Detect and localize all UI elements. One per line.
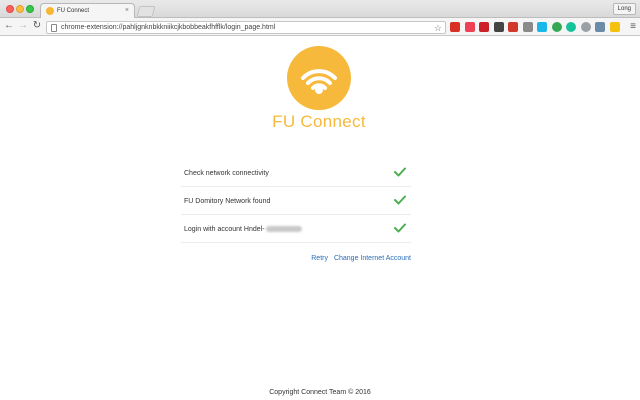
browser-titlebar: FU Connect × Long — [0, 0, 640, 19]
buffer-icon[interactable] — [493, 22, 504, 32]
browser-toolbar: ← → ↻ chrome-extension://pahljgnknbkknii… — [0, 18, 640, 36]
check-label-text: Login with account Hndel- — [184, 226, 265, 233]
window-close-button[interactable] — [6, 5, 14, 13]
address-bar[interactable]: chrome-extension://pahljgnknbkkniikcjkbo… — [46, 21, 446, 34]
browser-tab[interactable]: FU Connect × — [40, 3, 135, 19]
check-label: Login with account Hndel- — [184, 225, 302, 234]
checkmark-icon — [394, 195, 406, 205]
check-label: Check network connectivity — [184, 170, 269, 177]
chrome-extension-icon[interactable] — [595, 22, 605, 32]
forward-arrow-icon[interactable]: → — [17, 20, 29, 32]
reload-icon[interactable]: ↻ — [31, 20, 43, 32]
tab-title: FU Connect — [57, 8, 90, 14]
wifi-icon — [301, 69, 337, 94]
status-checklist: Check network connectivity FU Domitory N… — [181, 159, 411, 243]
retry-link[interactable]: Retry — [311, 255, 328, 262]
tab-favicon-icon — [46, 7, 54, 15]
action-links: Retry Change Internet Account — [181, 254, 411, 263]
gmail-icon[interactable] — [450, 22, 460, 32]
bookmark-star-icon[interactable]: ☆ — [434, 22, 442, 34]
redacted-account — [265, 226, 302, 233]
ghostery-icon[interactable] — [580, 22, 591, 32]
grid-extension-icon[interactable] — [522, 22, 533, 32]
change-account-link[interactable]: Change Internet Account — [334, 255, 411, 262]
app-logo — [287, 46, 351, 110]
opera-icon[interactable] — [479, 22, 489, 32]
app-title: FU Connect — [272, 112, 366, 131]
red-extension-icon[interactable] — [508, 22, 518, 32]
yellow-extension-icon[interactable] — [609, 22, 620, 32]
green-extension-icon[interactable] — [551, 22, 562, 32]
window-minimize-button[interactable] — [16, 5, 24, 13]
checkmark-icon — [394, 223, 406, 233]
back-arrow-icon[interactable]: ← — [3, 20, 15, 32]
url-text[interactable]: chrome-extension://pahljgnknbkkniikcjkbo… — [61, 23, 275, 33]
new-tab-button[interactable] — [136, 6, 156, 17]
pocket-icon[interactable] — [464, 22, 475, 32]
tab-close-icon[interactable]: × — [125, 6, 129, 16]
grammarly-icon[interactable] — [566, 22, 576, 32]
profile-button[interactable]: Long — [612, 3, 636, 15]
menu-icon[interactable]: ≡ — [630, 21, 636, 33]
page-icon — [51, 24, 57, 32]
check-row-connectivity: Check network connectivity — [181, 159, 411, 187]
check-row-login: Login with account Hndel- — [181, 215, 411, 243]
check-label: FU Domitory Network found — [184, 198, 271, 205]
check-row-network: FU Domitory Network found — [181, 187, 411, 215]
window-maximize-button[interactable] — [26, 5, 34, 13]
vimeo-icon[interactable] — [537, 22, 547, 32]
checkmark-icon — [394, 167, 406, 177]
footer-copyright: Copyright Connect Team © 2016 — [269, 389, 371, 396]
